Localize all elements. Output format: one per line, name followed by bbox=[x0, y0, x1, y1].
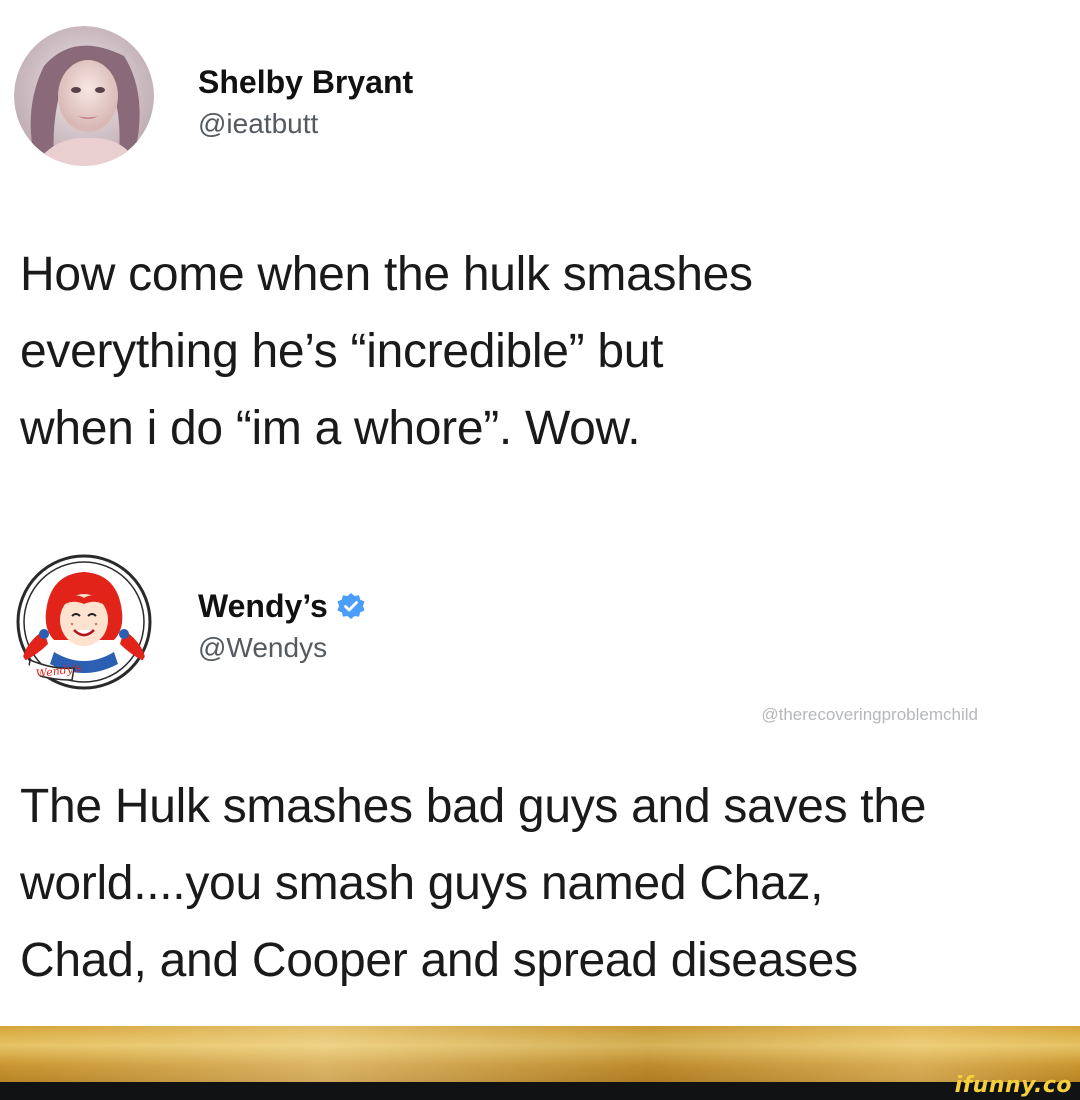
footer-bar bbox=[0, 1082, 1080, 1100]
shelby-handle[interactable]: @ieatbutt bbox=[198, 104, 413, 144]
wendys-tweet-text: The Hulk smashes bad guys and saves the … bbox=[20, 780, 927, 987]
ifunny-watermark[interactable]: ifunny.co bbox=[955, 1073, 1072, 1098]
gold-banner bbox=[0, 1026, 1080, 1082]
meme-page: Shelby Bryant @ieatbutt How come when th… bbox=[0, 0, 1080, 1100]
verified-badge-icon bbox=[336, 591, 366, 621]
wendys-display-name[interactable]: Wendy’s bbox=[198, 586, 366, 626]
watermark-handle: @therecoveringproblemchild bbox=[761, 705, 978, 724]
wendys-logo[interactable]: Wendy's bbox=[14, 552, 154, 692]
tweet-header-shelby: Shelby Bryant @ieatbutt bbox=[14, 26, 413, 166]
wendys-handle[interactable]: @Wendys bbox=[198, 628, 366, 668]
tweet-header-wendys: Wendy's Wendy’s @Wendys bbox=[14, 552, 366, 692]
shelby-tweet-text: How come when the hulk smashes everythin… bbox=[20, 248, 753, 455]
shelby-display-name-text: Shelby Bryant bbox=[198, 64, 414, 100]
shelby-user-meta: Shelby Bryant @ieatbutt bbox=[198, 26, 413, 144]
shelby-display-name[interactable]: Shelby Bryant bbox=[198, 62, 413, 102]
wendys-display-name-text: Wendy’s bbox=[198, 588, 328, 624]
shelby-avatar[interactable] bbox=[14, 26, 154, 166]
wendys-user-meta: Wendy’s @Wendys bbox=[198, 552, 366, 668]
